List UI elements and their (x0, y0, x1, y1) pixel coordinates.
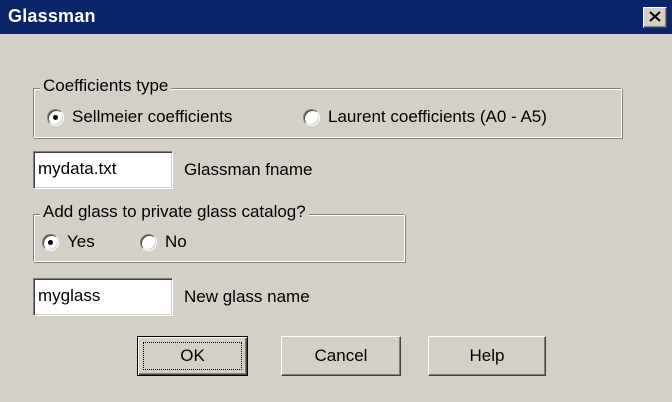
private-catalog-legend: Add glass to private glass catalog? (40, 202, 309, 222)
no-radio-button[interactable] (140, 233, 157, 251)
yes-radio-button[interactable] (42, 233, 59, 251)
help-button-label: Help (469, 346, 505, 365)
radio-yes[interactable]: Yes (42, 232, 95, 252)
sellmeier-radio-button[interactable] (47, 108, 64, 126)
glassman-dialog: Glassman Coefficients type Sellmeier coe… (0, 0, 672, 402)
radio-selected-dot (53, 114, 58, 120)
sellmeier-label: Sellmeier coefficients (72, 107, 233, 126)
close-icon (649, 11, 661, 22)
new-glass-name-label: New glass name (184, 287, 310, 306)
help-button[interactable]: Help (428, 336, 546, 376)
ok-button-label: OK (180, 346, 205, 365)
radio-sellmeier[interactable]: Sellmeier coefficients (47, 107, 232, 127)
laurent-label: Laurent coefficients (A0 - A5) (328, 107, 547, 126)
glassman-fname-label: Glassman fname (184, 160, 313, 179)
cancel-button-label: Cancel (314, 346, 368, 365)
radio-selected-dot (48, 239, 53, 245)
laurent-radio-button[interactable] (303, 108, 320, 126)
ok-button[interactable]: OK (137, 336, 248, 376)
window-title: Glassman (8, 6, 96, 26)
close-button[interactable] (643, 7, 667, 28)
cancel-button[interactable]: Cancel (281, 336, 401, 376)
radio-no[interactable]: No (140, 232, 187, 252)
glassman-fname-input[interactable]: mydata.txt (33, 151, 173, 189)
yes-label: Yes (67, 232, 95, 251)
no-label: No (165, 232, 187, 251)
title-bar[interactable]: Glassman (0, 0, 672, 34)
new-glass-name-input[interactable]: myglass (33, 278, 173, 316)
coefficients-type-legend: Coefficients type (40, 76, 172, 96)
radio-laurent[interactable]: Laurent coefficients (A0 - A5) (303, 107, 547, 127)
